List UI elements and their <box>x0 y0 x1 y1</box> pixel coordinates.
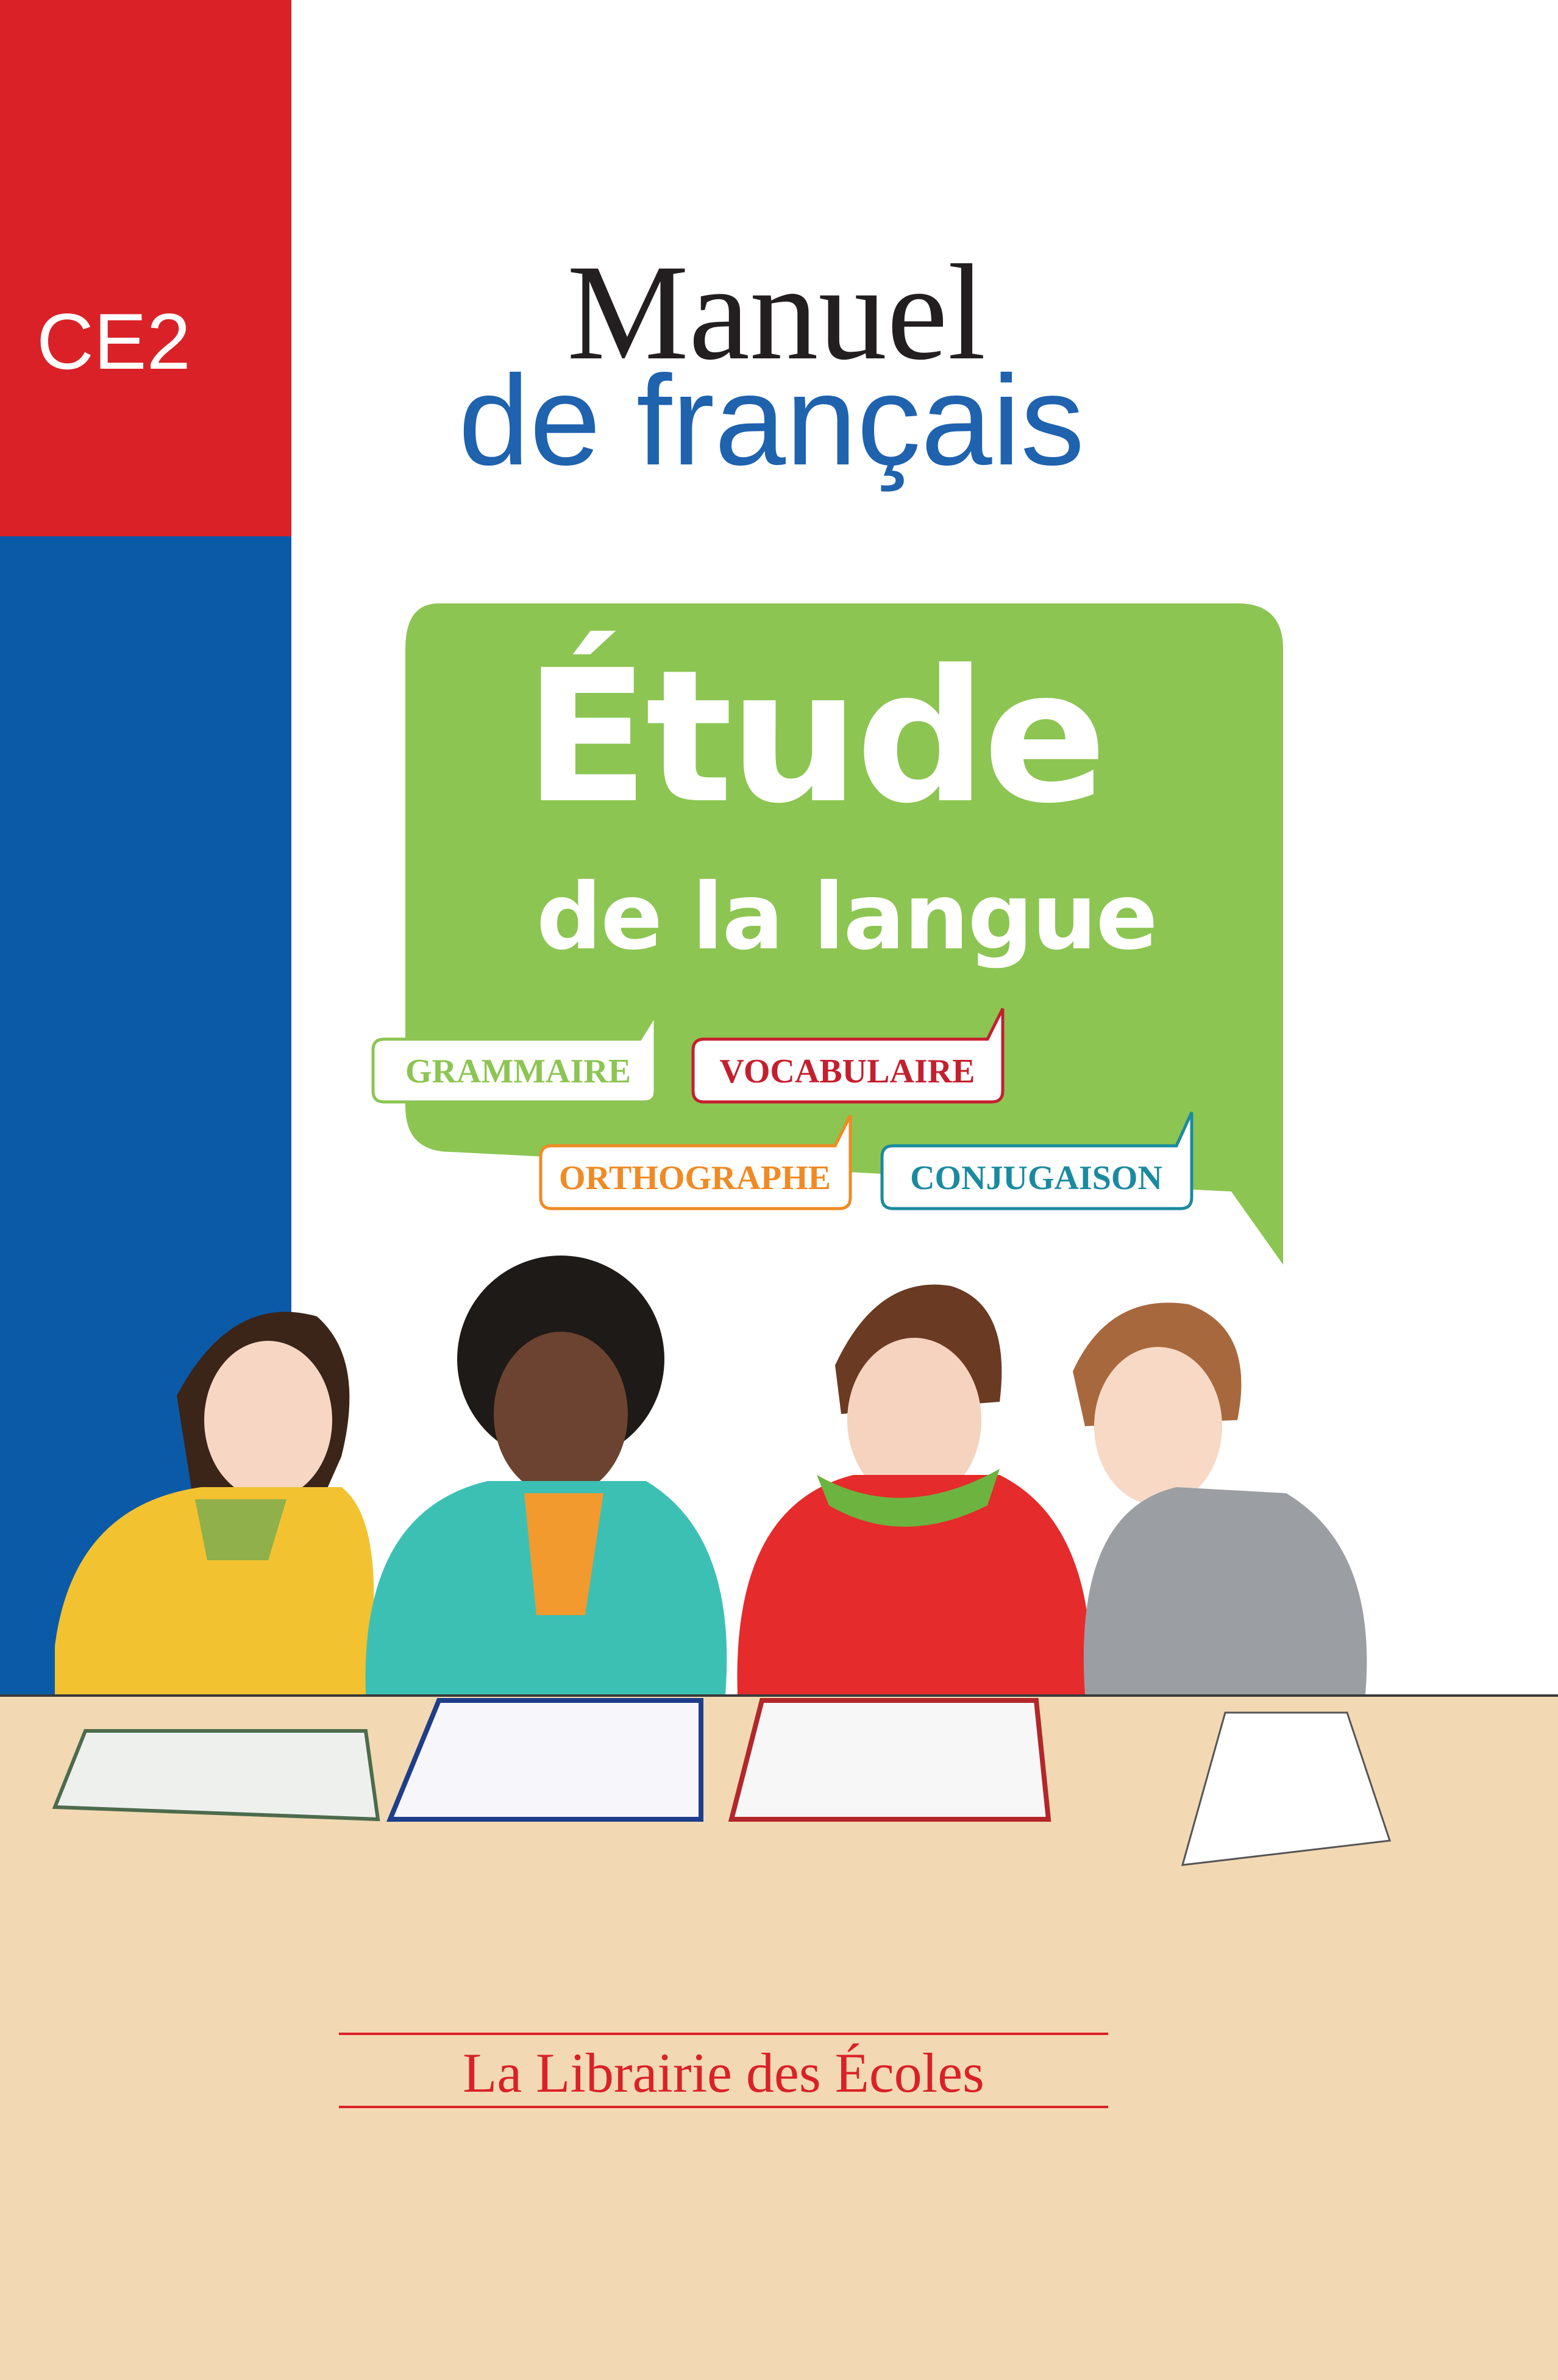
publisher-rule-top <box>339 2033 1108 2035</box>
book-cover: CE2 Manuel de français Étude de la langu… <box>0 0 1558 2380</box>
girl-grey-sweater <box>1073 1302 1367 1694</box>
four-children-at-desk-illustration <box>52 1256 1392 1866</box>
boy-teal-jacket <box>365 1256 727 1694</box>
boy-red-hoodie <box>737 1284 1092 1694</box>
publisher-name: La Librairie des Écoles <box>463 2042 984 2104</box>
publisher-rule-bottom <box>339 2106 1108 2108</box>
girl-yellow-sweater <box>55 1312 374 1694</box>
books-and-notebooks <box>52 1698 1392 1866</box>
